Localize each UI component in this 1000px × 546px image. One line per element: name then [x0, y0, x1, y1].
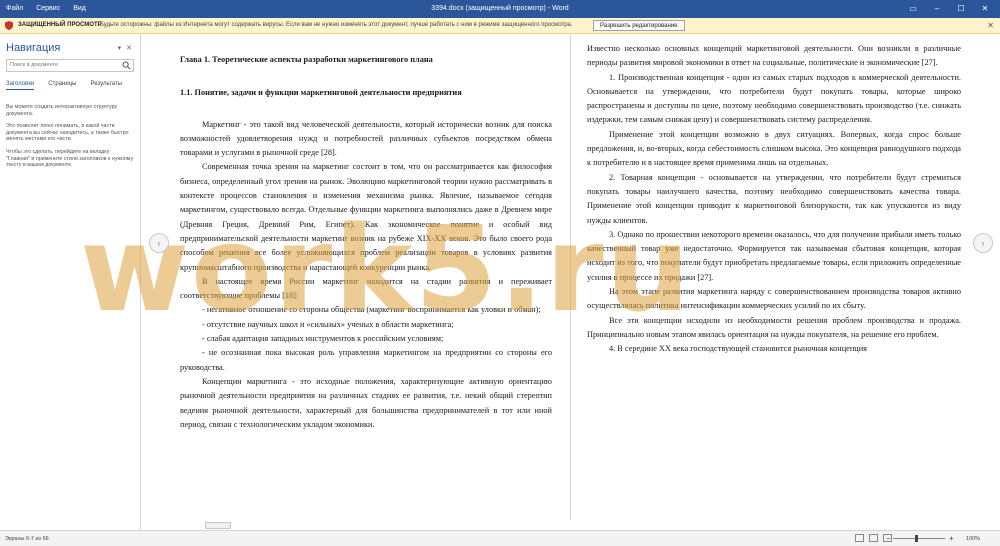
- print-layout-icon[interactable]: [869, 534, 878, 542]
- navigation-pane-controls: ▾ ✕: [118, 44, 132, 52]
- navigation-pane: Навигация ▾ ✕ Поиск в документе Заголовк…: [0, 34, 141, 530]
- section-heading: 1.1. Понятие, задачи и функции маркетинг…: [180, 88, 462, 98]
- protected-view-message: Будьте осторожны: файлы из Интернета мог…: [100, 22, 573, 28]
- paragraph: В настоящее время России маркетинг наход…: [180, 276, 552, 301]
- close-icon[interactable]: ✕: [987, 21, 994, 30]
- list-item: - не осознанная пока высокая роль управл…: [180, 348, 552, 372]
- paragraph: 1. Производственная концепция - одни из …: [587, 72, 961, 125]
- chapter-heading: Глава 1. Теоретические аспекты разработк…: [180, 55, 433, 64]
- window-controls: ▭ – ☐ ✕: [902, 2, 996, 16]
- paragraph: На этом этапе развития маркетинга наряду…: [587, 287, 961, 311]
- close-window-icon[interactable]: ✕: [974, 2, 996, 16]
- paragraph: 3. Однако по прошествии некоторого време…: [587, 229, 961, 282]
- maximize-icon[interactable]: ☐: [950, 2, 972, 16]
- document-area[interactable]: Глава 1. Теоретические аспекты разработк…: [142, 34, 1000, 530]
- status-bar: Экраны 6-7 из 66 − + 100%: [0, 530, 1000, 546]
- search-input[interactable]: Поиск в документе: [6, 59, 134, 72]
- zoom-slider-knob[interactable]: [915, 535, 919, 542]
- zoom-out-icon[interactable]: −: [886, 534, 891, 543]
- zoom-in-icon[interactable]: +: [949, 534, 954, 543]
- chevron-down-icon[interactable]: ▾: [118, 44, 122, 52]
- paragraph: Современная точка зрения на маркетинг со…: [180, 162, 552, 272]
- paragraph: 4. В середине XX века господствующей ста…: [609, 344, 867, 354]
- zoom-level[interactable]: 100%: [966, 536, 980, 542]
- shield-icon: [5, 21, 13, 30]
- navigation-title: Навигация: [6, 42, 61, 54]
- list-item: - негативное отношение со стороны общест…: [202, 305, 541, 315]
- window-title: 3394.docx (защищенный просмотр) - Word: [431, 5, 569, 12]
- protected-view-label: ЗАЩИЩЕННЫЙ ПРОСМОТР: [18, 22, 102, 28]
- list-item: - слабая адаптация западных инструментов…: [202, 334, 444, 344]
- read-mode-icon[interactable]: [855, 534, 864, 542]
- zoom-slider[interactable]: [893, 535, 945, 542]
- paragraph: Известно несколько основных концепций ма…: [587, 44, 961, 68]
- paragraph: Применение этой концепции возможно в дву…: [587, 129, 961, 168]
- enable-editing-button[interactable]: Разрешить редактирование: [593, 20, 685, 31]
- navigation-help: Вы можете создать интерактивную структур…: [6, 104, 134, 175]
- next-screen-arrow-icon[interactable]: ›: [973, 233, 993, 253]
- paragraph: Маркетинг - это такой вид человеческой д…: [180, 119, 552, 158]
- tab-results[interactable]: Результаты: [90, 81, 122, 90]
- list-item: - отсутствие научных школ и «сильных» уч…: [202, 319, 454, 329]
- ribbon-display-icon[interactable]: ▭: [902, 2, 924, 16]
- help-text: Это позволит легко понимать, в какой час…: [6, 123, 129, 143]
- previous-screen-arrow-icon[interactable]: ‹: [149, 233, 169, 253]
- horizontal-scrollbar[interactable]: [142, 520, 1000, 530]
- search-placeholder: Поиск в документе: [10, 62, 59, 68]
- title-bar: Файл Сервис Вид 3394.docx (защищенный пр…: [0, 0, 1000, 18]
- paragraph: Все эти концепции исходили из необходимо…: [587, 315, 961, 339]
- protected-view-bar: ЗАЩИЩЕННЫЙ ПРОСМОТР Будьте осторожны: фа…: [0, 18, 1000, 34]
- minimize-icon[interactable]: –: [926, 2, 948, 16]
- help-text: Вы можете создать интерактивную структур…: [6, 104, 118, 117]
- help-text: Чтобы это сделать, перейдите на вкладку …: [6, 148, 134, 169]
- navigation-tabs: Заголовки Страницы Результаты: [6, 81, 122, 90]
- left-page: Глава 1. Теоретические аспекты разработк…: [180, 42, 552, 432]
- page-count: Экраны 6-7 из 66: [5, 536, 49, 542]
- paragraph: 2. Товарная концепция - основывается на …: [587, 172, 961, 225]
- tab-pages[interactable]: Страницы: [48, 81, 76, 90]
- tab-headings[interactable]: Заголовки: [6, 81, 35, 90]
- right-page: Известно несколько основных концепций ма…: [587, 42, 961, 357]
- paragraph: Концепции маркетинга - это исходные поло…: [180, 376, 552, 429]
- close-pane-icon[interactable]: ✕: [126, 44, 132, 52]
- search-icon[interactable]: [122, 61, 131, 70]
- page-divider: [570, 34, 571, 530]
- scrollbar-thumb[interactable]: [205, 522, 231, 529]
